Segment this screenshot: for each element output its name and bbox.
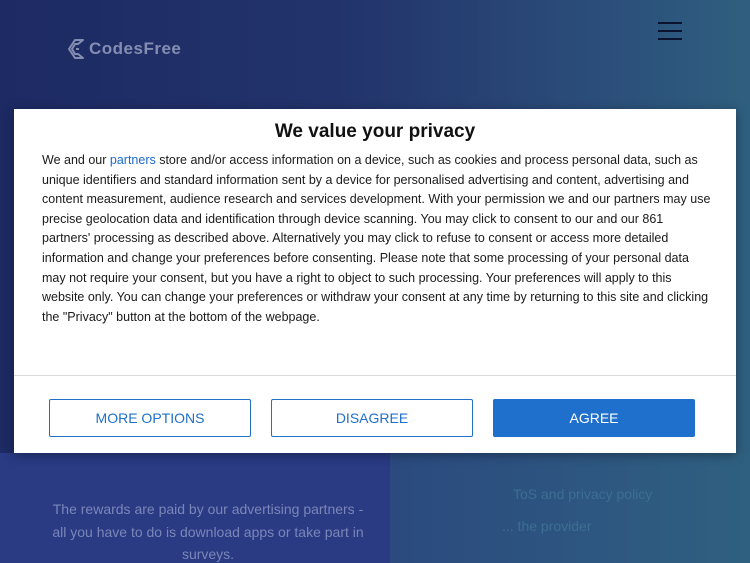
- disagree-button[interactable]: DISAGREE: [271, 399, 473, 437]
- consent-body: We and our partners store and/or access …: [42, 151, 712, 327]
- dialog-divider: [14, 375, 736, 376]
- agree-button[interactable]: AGREE: [493, 399, 695, 437]
- consent-body-rest: store and/or access information on a dev…: [42, 153, 711, 324]
- partners-link[interactable]: partners: [110, 153, 156, 167]
- more-options-button[interactable]: MORE OPTIONS: [49, 399, 251, 437]
- consent-title: We value your privacy: [274, 121, 476, 142]
- consent-dialog: We value your privacy We and our partner…: [14, 109, 736, 453]
- consent-body-start: We and our: [42, 153, 110, 167]
